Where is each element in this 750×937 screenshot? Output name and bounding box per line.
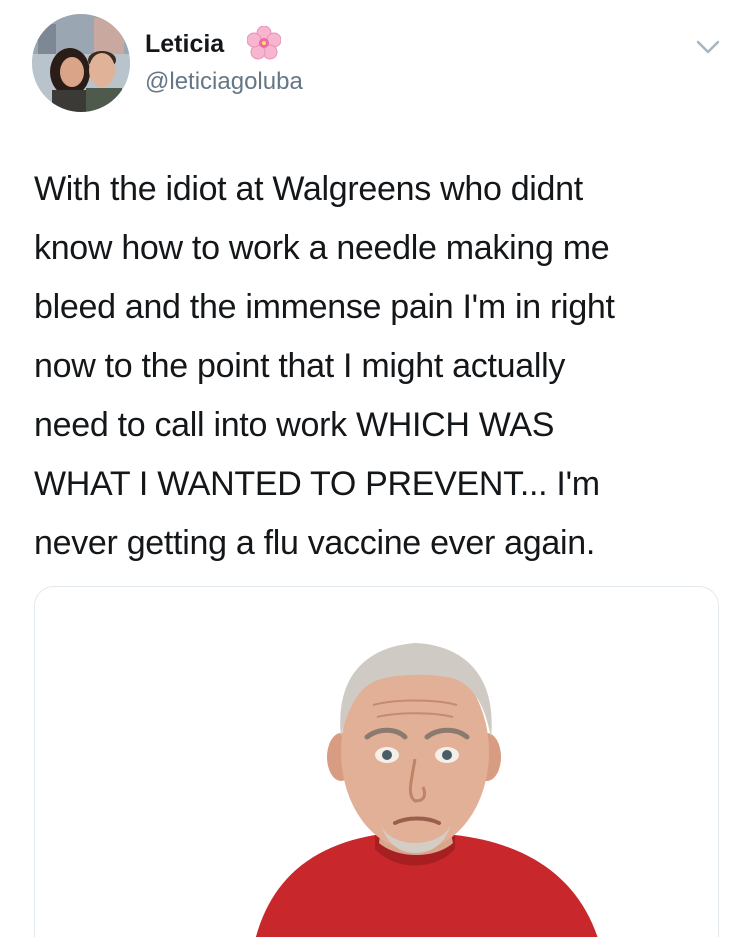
tweet-line: now to the point that I might actually bbox=[34, 347, 566, 385]
tweet-media[interactable] bbox=[34, 586, 719, 937]
avatar[interactable] bbox=[32, 14, 130, 112]
tweet-line: With the idiot at Walgreens who didnt bbox=[34, 170, 583, 208]
tweet-line: WHAT I WANTED TO PREVENT... I'm bbox=[34, 465, 600, 503]
tweet-line: need to call into work WHICH WAS bbox=[34, 406, 555, 444]
chevron-down-icon[interactable] bbox=[690, 32, 726, 62]
tweet-line: never getting a flu vaccine ever again. bbox=[34, 524, 595, 562]
tweet-line: bleed and the immense pain I'm in right bbox=[34, 288, 615, 326]
tweet-line: know how to work a needle making me bbox=[34, 229, 610, 267]
tweet-card: Leticia @leticiagoluba With the idiot at… bbox=[0, 0, 750, 937]
tweet-header: Leticia @leticiagoluba bbox=[0, 0, 750, 120]
avatar-photo bbox=[32, 14, 130, 112]
user-handle[interactable]: @leticiagoluba bbox=[145, 68, 303, 96]
display-name[interactable]: Leticia bbox=[145, 30, 224, 59]
tweet-text: With the idiot at Walgreens who didnt kn… bbox=[34, 160, 724, 573]
cherry-blossom-icon bbox=[246, 25, 282, 60]
shrugging-old-man-photo bbox=[35, 587, 718, 937]
